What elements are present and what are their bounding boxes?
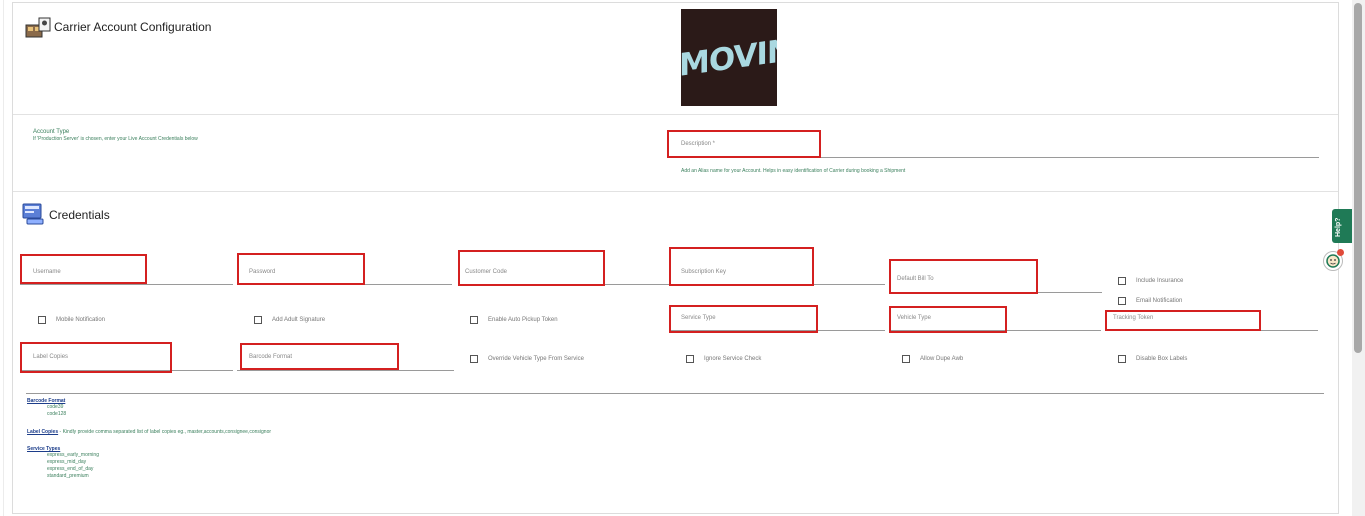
list-item: code128 xyxy=(47,411,67,417)
page-title: Carrier Account Configuration xyxy=(54,20,212,34)
include-insurance-label: Include Insurance xyxy=(1136,278,1184,284)
list-item: code39 xyxy=(47,404,64,410)
account-type-help: If 'Production Server' is chosen, enter … xyxy=(33,136,198,142)
help-tab-label: Help? xyxy=(1335,217,1342,237)
disable-box-labels-label: Disable Box Labels xyxy=(1136,356,1188,362)
ignore-service-check-checkbox[interactable] xyxy=(686,355,694,363)
section-divider xyxy=(13,114,1338,115)
barcode-format-highlight xyxy=(240,343,399,370)
tracking-token-highlight xyxy=(1105,310,1261,331)
carrier-config-icon xyxy=(25,17,51,38)
add-adult-signature-label: Add Adult Signature xyxy=(272,317,326,323)
credentials-icon xyxy=(22,203,44,225)
enable-auto-pickup-token-label: Enable Auto Pickup Token xyxy=(488,317,558,323)
allow-dupe-awb-label: Allow Dupe Awb xyxy=(920,356,964,362)
service-type-highlight xyxy=(669,305,818,333)
email-notification-label: Email Notification xyxy=(1136,298,1183,304)
carrier-logo-text: MOVIN xyxy=(681,32,777,84)
credentials-title: Credentials xyxy=(49,208,110,222)
barcode-format-notes: Barcode Format code39 code128 xyxy=(27,398,66,418)
add-adult-signature-checkbox[interactable] xyxy=(254,316,262,324)
account-type-label: Account Type xyxy=(33,129,70,135)
chat-support-icon[interactable] xyxy=(1323,249,1344,271)
scrollbar-thumb[interactable] xyxy=(1354,3,1362,353)
disable-box-labels-checkbox[interactable] xyxy=(1118,355,1126,363)
label-copies-note-text: - Kindly provide comma separated list of… xyxy=(58,429,272,435)
override-vehicle-type-checkbox[interactable] xyxy=(470,355,478,363)
mobile-notification-checkbox[interactable] xyxy=(38,316,46,324)
customer-code-highlight xyxy=(458,250,605,286)
notes-divider xyxy=(26,393,1324,394)
barcode-format-underline xyxy=(237,370,454,371)
enable-auto-pickup-token-checkbox[interactable] xyxy=(470,316,478,324)
username-underline xyxy=(20,284,233,285)
list-item: standard_premium xyxy=(47,473,89,479)
default-bill-to-highlight xyxy=(889,259,1038,294)
list-item: express_mid_day xyxy=(47,459,87,465)
page-left-edge xyxy=(0,0,4,516)
description-help: Add an Alias name for your Account. Help… xyxy=(681,168,906,174)
description-highlight xyxy=(667,130,821,158)
allow-dupe-awb-checkbox[interactable] xyxy=(902,355,910,363)
override-vehicle-type-label: Override Vehicle Type From Service xyxy=(488,356,584,362)
vehicle-type-highlight xyxy=(889,306,1007,333)
ignore-service-check-label: Ignore Service Check xyxy=(704,356,762,362)
service-types-notes: Service Types express_early_morning expr… xyxy=(27,446,99,480)
subscription-key-highlight xyxy=(669,247,814,286)
list-item: express_early_morning xyxy=(47,452,99,458)
password-highlight xyxy=(237,253,365,285)
username-highlight xyxy=(20,254,147,284)
email-notification-checkbox[interactable] xyxy=(1118,297,1126,305)
label-copies-heading: Label Copies xyxy=(27,429,59,435)
notification-dot xyxy=(1337,249,1344,256)
label-copies-notes: Label Copies - Kindly provide comma sepa… xyxy=(27,429,271,435)
mobile-notification-label: Mobile Notification xyxy=(56,317,106,323)
include-insurance-checkbox[interactable] xyxy=(1118,277,1126,285)
label-copies-highlight xyxy=(20,342,172,373)
section-divider xyxy=(13,191,1338,192)
list-item: express_end_of_day xyxy=(47,466,94,472)
help-tab[interactable]: Help? xyxy=(1332,209,1352,243)
carrier-logo: MOVIN xyxy=(681,9,777,106)
